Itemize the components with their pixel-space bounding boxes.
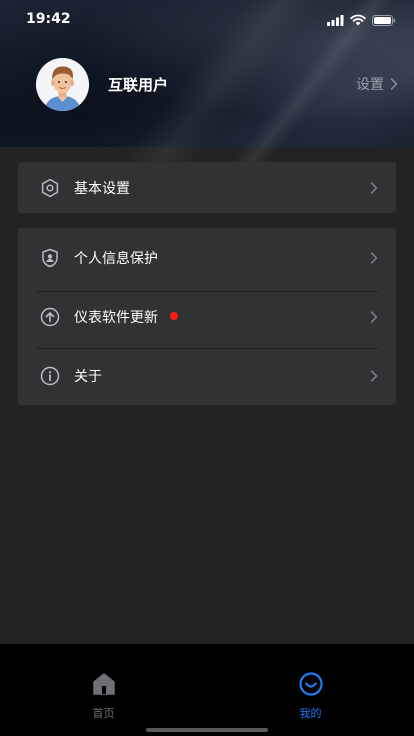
basic-settings-card: 基本设置 bbox=[18, 162, 396, 213]
menu-item-basic-settings[interactable]: 基本设置 bbox=[18, 162, 396, 213]
shield-user-icon bbox=[42, 248, 58, 267]
tab-label: 首页 bbox=[92, 707, 115, 720]
tab-home[interactable]: 首页 bbox=[0, 644, 207, 736]
tab-label: 我的 bbox=[299, 707, 322, 720]
avatar[interactable] bbox=[36, 58, 89, 111]
chevron-right-icon bbox=[370, 310, 378, 323]
screen: 19:42 互联用户 设置 基本设置 个人信息保护 仪表软件更新 关于 首页 我… bbox=[0, 0, 414, 736]
menu-item-label: 仪表软件更新 bbox=[74, 307, 178, 327]
menu-item-label: 个人信息保护 bbox=[74, 250, 158, 267]
tab-mine[interactable]: 我的 bbox=[207, 644, 414, 736]
update-badge bbox=[170, 311, 178, 320]
info-icon bbox=[40, 366, 60, 385]
wifi-icon bbox=[350, 14, 366, 26]
settings-link[interactable]: 设置 bbox=[356, 74, 398, 94]
profile-header: 19:42 互联用户 设置 bbox=[0, 0, 414, 191]
menu-item-label-text: 仪表软件更新 bbox=[74, 309, 158, 326]
status-bar: 19:42 bbox=[0, 0, 414, 40]
menu-item-privacy[interactable]: 个人信息保护 bbox=[18, 228, 396, 287]
chevron-right-icon bbox=[370, 181, 378, 194]
chevron-right-icon bbox=[370, 369, 378, 382]
menu-item-label: 关于 bbox=[74, 368, 102, 385]
home-indicator[interactable] bbox=[146, 728, 268, 732]
chevron-right-icon bbox=[370, 251, 378, 264]
chevron-right-icon bbox=[390, 78, 398, 90]
battery-icon bbox=[372, 14, 396, 26]
settings-label: 设置 bbox=[356, 77, 384, 93]
info-card: 个人信息保护 仪表软件更新 关于 bbox=[18, 228, 396, 405]
menu-item-software-update[interactable]: 仪表软件更新 bbox=[18, 287, 396, 346]
upload-arrow-icon bbox=[40, 307, 60, 326]
smile-icon bbox=[298, 672, 323, 696]
user-avatar bbox=[36, 58, 89, 111]
menu-item-label: 基本设置 bbox=[74, 180, 130, 197]
menu-item-about[interactable]: 关于 bbox=[18, 346, 396, 405]
user-name[interactable]: 互联用户 bbox=[108, 74, 168, 95]
status-icons bbox=[327, 14, 396, 26]
tab-bar: 首页 我的 bbox=[0, 644, 414, 736]
hexagon-gear-icon bbox=[41, 178, 59, 197]
signal-icon bbox=[327, 14, 344, 26]
home-icon bbox=[92, 673, 115, 695]
status-time: 19:42 bbox=[26, 11, 71, 27]
